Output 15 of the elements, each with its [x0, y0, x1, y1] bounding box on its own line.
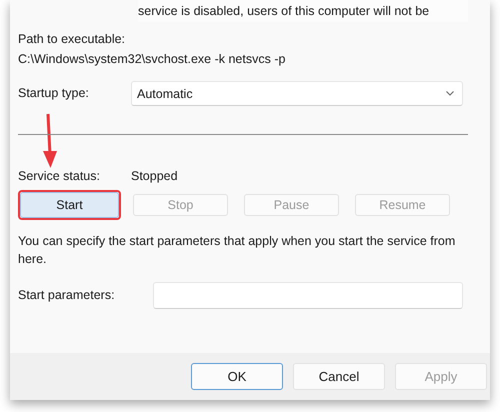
service-description: service is disabled, users of this computer will not be	[138, 4, 430, 18]
startup-type-dropdown[interactable]: Automatic	[131, 81, 463, 106]
hint-text: You can specify the start parameters that apply when you start the service from here.	[18, 233, 456, 268]
dialog-button[interactable]: OK	[191, 363, 283, 390]
startup-type-label: Startup type:	[18, 86, 90, 101]
start-parameters-label: Start parameters:	[18, 288, 116, 303]
start-parameters-field[interactable]	[153, 282, 463, 309]
path-label: Path to executable:	[18, 32, 126, 47]
arrow-annotation	[42, 113, 58, 169]
service-status-value: Stopped	[131, 169, 178, 184]
path-value: C:\Windows\system32\svchost.exe -k netsvcs -p	[18, 52, 286, 67]
chevron-down-icon	[446, 91, 454, 96]
dialog-button[interactable]: Cancel	[293, 363, 385, 390]
service-button[interactable]: Start	[20, 192, 119, 218]
service-status-label: Service status:	[18, 169, 101, 184]
